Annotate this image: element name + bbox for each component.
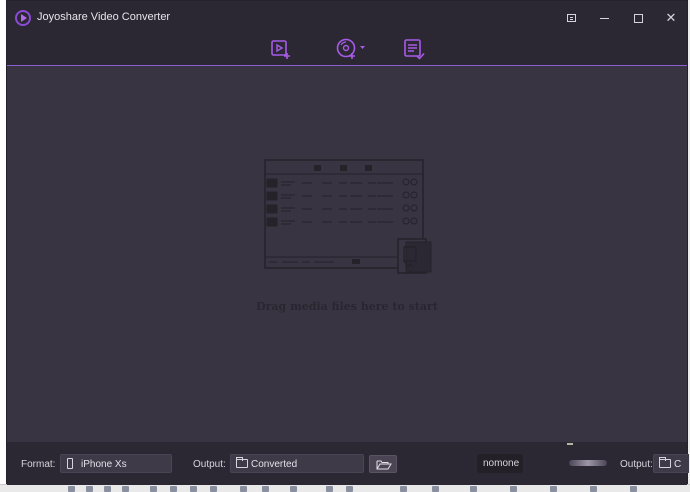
minimize-button[interactable] xyxy=(591,6,617,30)
output-value: Converted xyxy=(251,459,298,470)
taskbar-icon[interactable] xyxy=(590,486,597,492)
phone-icon xyxy=(67,458,73,469)
taskbar-icon[interactable] xyxy=(326,486,333,492)
taskbar-icon[interactable] xyxy=(290,486,297,492)
output2-label: Output: xyxy=(620,459,653,470)
drop-zone-illustration xyxy=(264,159,432,274)
maximize-icon xyxy=(633,13,643,23)
output2-value: C xyxy=(674,459,682,470)
history-list-button[interactable] xyxy=(402,37,426,61)
load-dvd-icon xyxy=(336,38,365,59)
taskbar-icon[interactable] xyxy=(122,486,129,492)
bottom-bar: Format: iPhone Xs Output: Converted nomo… xyxy=(7,442,689,485)
taskbar-icon[interactable] xyxy=(150,486,157,492)
taskbar-icon[interactable] xyxy=(630,486,637,492)
format-selector[interactable]: iPhone Xs xyxy=(60,454,172,473)
drop-hint: Drag media files here to start xyxy=(256,300,438,313)
taskbar-icon[interactable] xyxy=(104,486,111,492)
taskbar-icon[interactable] xyxy=(240,486,247,492)
taskbar-icon[interactable] xyxy=(210,486,217,492)
format-label: Format: xyxy=(21,459,56,470)
taskbar-icon[interactable] xyxy=(400,486,407,492)
indicator-mark xyxy=(567,443,573,445)
ghost-text: nomone xyxy=(483,458,520,469)
load-dvd-button[interactable] xyxy=(335,37,369,61)
menu-icon xyxy=(566,14,576,22)
taskbar-icon[interactable] xyxy=(432,486,439,492)
window-title: Joyoshare Video Converter xyxy=(37,11,171,23)
taskbar-icon[interactable] xyxy=(510,486,517,492)
maximize-button[interactable] xyxy=(625,6,651,30)
toolbar xyxy=(7,35,687,66)
output2-path-field[interactable]: C xyxy=(653,454,689,473)
taskbar-icon[interactable] xyxy=(470,486,477,492)
history-list-icon xyxy=(404,39,425,60)
taskbar-icon[interactable] xyxy=(190,486,197,492)
open-folder-icon xyxy=(376,460,392,470)
output-label: Output: xyxy=(193,459,226,470)
menu-button[interactable] xyxy=(558,6,584,30)
taskbar-strip xyxy=(0,484,690,492)
app-window: Joyoshare Video Converter ✕ Drag media f… xyxy=(6,0,689,485)
add-files-button[interactable] xyxy=(269,37,293,61)
taskbar-icon[interactable] xyxy=(346,486,353,492)
folder-icon xyxy=(659,457,671,468)
app-logo-icon xyxy=(15,10,31,26)
overlay-ghost-label: nomone xyxy=(477,454,523,473)
overlay-ghost-bar xyxy=(569,460,607,466)
title-bar[interactable]: Joyoshare Video Converter ✕ xyxy=(7,1,687,35)
taskbar-icon[interactable] xyxy=(86,486,93,492)
taskbar-icon[interactable] xyxy=(68,486,75,492)
minimize-icon xyxy=(599,17,609,19)
output-path-field[interactable]: Converted xyxy=(230,454,364,473)
taskbar-icon[interactable] xyxy=(550,486,557,492)
taskbar-icon[interactable] xyxy=(262,486,269,492)
folder-icon xyxy=(236,457,248,468)
close-icon: ✕ xyxy=(665,10,677,26)
taskbar-icon[interactable] xyxy=(170,486,177,492)
close-button[interactable]: ✕ xyxy=(658,6,684,30)
add-files-icon xyxy=(271,40,290,59)
open-folder-button[interactable] xyxy=(369,455,397,473)
format-value: iPhone Xs xyxy=(81,459,127,470)
